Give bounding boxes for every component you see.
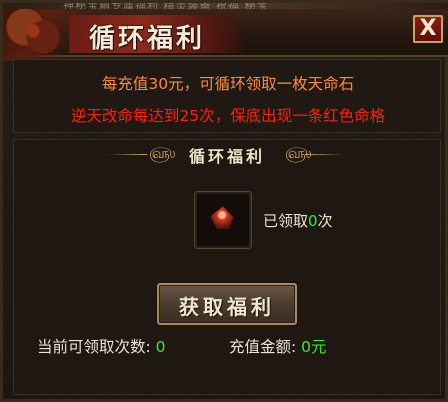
welfare-window: 神秘宝箱专属福利 精灵装备 祝福 秘宝 循环福利 X 每充值30元，可循环领取一… [0, 0, 448, 402]
info-panel: 每充值30元，可循环领取一枚天命石 逆天改命每达到25次，保底出现一条红色命格 [13, 59, 441, 133]
available-times-label: 当前可领取次数: [37, 338, 151, 356]
item-slot[interactable] [194, 191, 252, 249]
claim-welfare-button[interactable]: 获取福利 [157, 283, 297, 325]
claim-welfare-label: 获取福利 [179, 295, 275, 319]
claimed-prefix: 已领取 [263, 212, 309, 230]
title-bar: 循环福利 [3, 9, 448, 61]
divider-right [305, 154, 345, 155]
section-title: 循环福利 [188, 147, 265, 166]
claimed-count: 0 [308, 212, 318, 230]
guarantee-rule-text: 逆天改命每达到25次，保底出现一条红色命格 [70, 107, 386, 125]
available-times: 当前可领取次数: 0 [37, 335, 166, 357]
claimed-count-text: 已领取0次 [263, 210, 333, 231]
close-button[interactable]: X [413, 15, 443, 43]
recharge-amount-value: 0元 [301, 338, 327, 356]
window-title: 循环福利 [89, 24, 206, 54]
recharge-amount: 充值金额: 0元 [229, 335, 327, 357]
close-icon: X [419, 16, 437, 41]
recharge-rule-text: 每充值30元，可循环领取一枚天命石 [101, 75, 355, 93]
section-header: ௵ 循环福利 ௵ [3, 143, 448, 166]
claimed-suffix: 次 [317, 212, 333, 230]
recharge-amount-label: 充值金额: [229, 338, 297, 356]
fate-stone-icon [207, 204, 238, 235]
available-times-value: 0 [155, 338, 166, 356]
